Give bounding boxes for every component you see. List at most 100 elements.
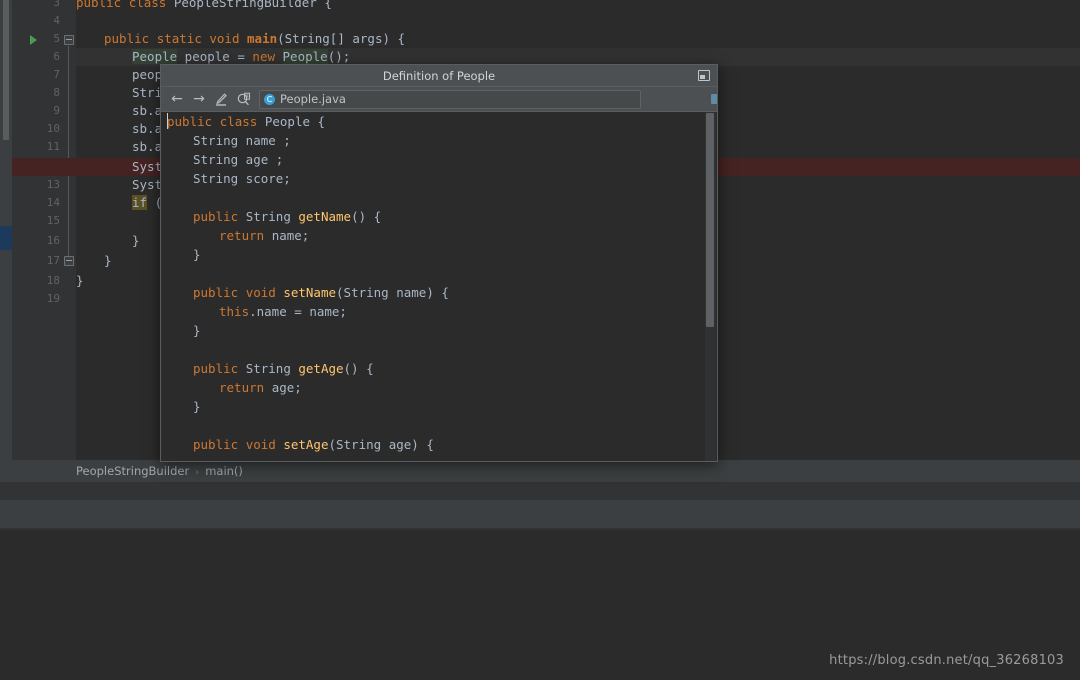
code-fold-toggle-end[interactable]: [64, 256, 74, 266]
line-number: 17: [46, 254, 60, 267]
tool-window-strip-main: [0, 500, 1080, 528]
popup-code-line: public String getAge() {: [167, 359, 374, 378]
code-line: sb.ap: [76, 102, 170, 120]
file-name-label: People.java: [280, 92, 346, 106]
popup-scrollbar-track[interactable]: [705, 112, 716, 461]
code-token: public: [104, 31, 157, 46]
watermark-text: https://blog.csdn.net/qq_36268103: [829, 653, 1064, 668]
editor-gutter[interactable]: 345678910111213141516171819: [12, 0, 68, 460]
file-path-field[interactable]: C People.java: [259, 90, 641, 109]
code-token: void: [245, 437, 284, 452]
code-line: }: [76, 272, 84, 290]
code-line: public static void main(String[] args) {: [76, 30, 405, 48]
code-fold-toggle[interactable]: [64, 35, 74, 45]
code-token: setAge: [283, 437, 329, 452]
line-number: 15: [46, 214, 60, 227]
code-token: setName: [283, 285, 337, 300]
code-token: ();: [327, 49, 351, 64]
code-fold-line: [68, 46, 69, 256]
popup-code-line: ...: [167, 454, 242, 461]
line-number: 11: [46, 140, 60, 153]
code-token: getName: [298, 209, 352, 224]
popup-code-line: [167, 188, 193, 207]
popup-code-line: String name ;: [167, 131, 291, 150]
edit-pencil-icon[interactable]: [212, 91, 230, 108]
code-token: }: [132, 233, 140, 248]
code-token: class: [219, 114, 265, 129]
breadcrumb-bar: PeopleStringBuilder › main(): [0, 460, 1080, 482]
editor-marker-strip[interactable]: [0, 0, 12, 460]
code-line: Syste: [76, 176, 170, 194]
error-line-gutter-highlight: [12, 158, 76, 176]
line-number: 6: [53, 50, 60, 63]
code-token: if: [132, 195, 148, 210]
breadcrumb-class[interactable]: PeopleStringBuilder: [76, 464, 189, 478]
module-folder-icon: [711, 93, 717, 105]
code-token: String age ;: [193, 152, 284, 167]
code-token: String name ;: [193, 133, 291, 148]
code-token: }: [76, 273, 84, 288]
line-number: 18: [46, 274, 60, 287]
line-number: 16: [46, 234, 60, 247]
lower-empty-panel: https://blog.csdn.net/qq_36268103: [0, 530, 1080, 680]
popup-code-line: [167, 416, 193, 435]
popup-code-line: return age;: [167, 378, 302, 397]
forward-arrow-icon[interactable]: →: [190, 91, 208, 108]
popup-toolbar[interactable]: ← → C People.java: [161, 87, 717, 112]
code-line: peopl: [76, 66, 170, 84]
code-token: getAge: [298, 361, 344, 376]
code-line: Strin: [76, 84, 170, 102]
line-number: 7: [53, 68, 60, 81]
code-token: String: [245, 209, 299, 224]
tool-window-strip-upper: [0, 482, 1080, 500]
find-usages-icon[interactable]: [235, 91, 253, 108]
code-token: ...: [219, 456, 242, 461]
java-class-icon: C: [264, 94, 275, 105]
popup-title-bar[interactable]: Definition of People: [161, 65, 717, 87]
code-token: new: [252, 49, 283, 64]
line-number: 10: [46, 122, 60, 135]
popup-code-line: this.name = name;: [167, 302, 347, 321]
line-number: 3: [53, 0, 60, 9]
line-number: 9: [53, 104, 60, 117]
code-line: if (": [76, 194, 170, 212]
popup-code-line: String score;: [167, 169, 291, 188]
code-token: }: [193, 323, 201, 338]
run-gutter-icon[interactable]: [30, 35, 37, 45]
code-token: public: [193, 285, 246, 300]
code-token: String score;: [193, 171, 291, 186]
code-token: }: [193, 247, 201, 262]
code-token: class: [128, 0, 174, 10]
definition-popup[interactable]: Definition of People ← → C People.java p…: [160, 64, 718, 462]
code-token: (String[] args) {: [277, 31, 406, 46]
editor-vertical-scrollbar-thumb[interactable]: [3, 0, 9, 140]
code-token: public: [193, 361, 246, 376]
code-line: public class PeopleStringBuilder {: [76, 0, 332, 12]
popup-code-pane[interactable]: public class People { String name ; String…: [161, 112, 717, 461]
code-token: People {: [264, 114, 326, 129]
back-arrow-icon[interactable]: ←: [168, 91, 186, 108]
breadcrumb-member[interactable]: main(): [205, 464, 243, 478]
code-token: () {: [351, 209, 382, 224]
code-token: (String name) {: [336, 285, 449, 300]
code-token: String: [245, 361, 299, 376]
line-number: 4: [53, 14, 60, 27]
line-number: 14: [46, 196, 60, 209]
code-line: Syste: [76, 158, 170, 176]
code-token: return: [219, 228, 272, 243]
line-number: 8: [53, 86, 60, 99]
code-token: }: [193, 399, 201, 414]
popup-title: Definition of People: [382, 69, 496, 83]
code-token: public: [167, 114, 220, 129]
code-token: this: [219, 304, 250, 319]
editor-fold-column[interactable]: [62, 0, 76, 460]
code-token: {: [324, 0, 332, 10]
code-line: sb.ap: [76, 138, 170, 156]
popup-code-line: return name;: [167, 226, 309, 245]
code-token: age;: [271, 380, 302, 395]
popup-scrollbar-thumb[interactable]: [706, 113, 714, 327]
popup-code-line: public void setAge(String age) {: [167, 435, 434, 454]
popup-code-line: }: [167, 321, 201, 340]
popup-code-line: }: [167, 245, 201, 264]
dock-window-icon[interactable]: [698, 70, 710, 81]
